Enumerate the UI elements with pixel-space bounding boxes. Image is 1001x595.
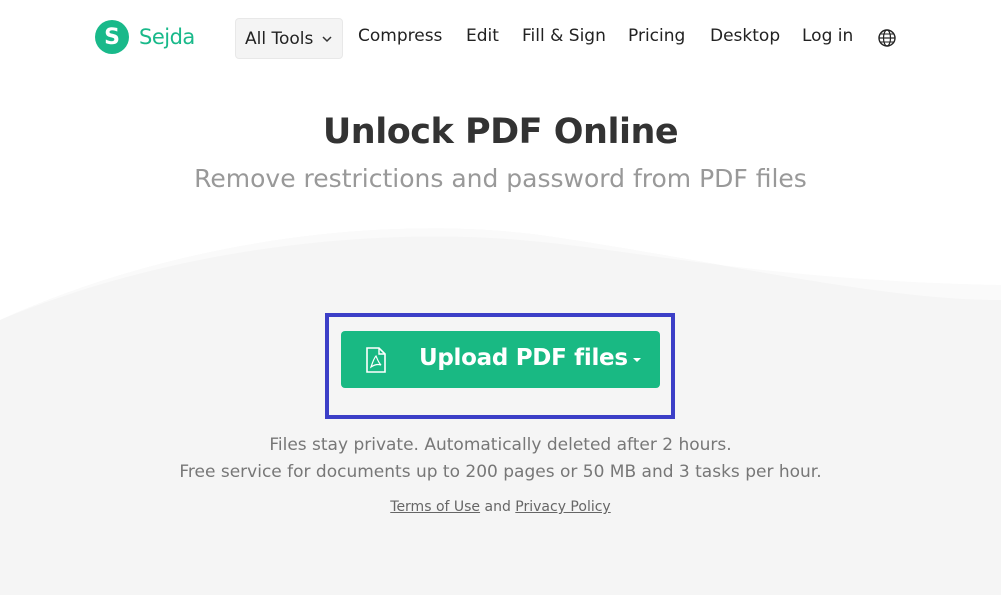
upload-button-label: Upload PDF files — [419, 345, 628, 371]
nav-login[interactable]: Log in — [802, 26, 853, 46]
legal-links: Terms of Use and Privacy Policy — [0, 499, 1001, 515]
pdf-file-icon — [366, 347, 386, 373]
chevron-down-icon — [322, 35, 332, 42]
terms-of-use-link[interactable]: Terms of Use — [390, 499, 480, 515]
legal-and: and — [484, 499, 511, 515]
nav-edit[interactable]: Edit — [466, 26, 499, 46]
globe-icon[interactable] — [877, 28, 897, 48]
logo-text: Sejda — [139, 25, 195, 49]
caret-down-icon[interactable] — [631, 355, 643, 365]
privacy-policy-link[interactable]: Privacy Policy — [515, 499, 610, 515]
nav-desktop[interactable]: Desktop — [710, 26, 780, 46]
logo-mark: S — [95, 20, 129, 54]
sejda-logo[interactable]: S Sejda — [95, 20, 195, 54]
top-navbar: S Sejda All Tools Compress Edit Fill & S… — [0, 0, 1001, 76]
nav-all-tools-dropdown[interactable]: All Tools — [235, 18, 343, 59]
upload-pdf-button[interactable]: Upload PDF files — [341, 331, 660, 388]
page-title: Unlock PDF Online — [322, 112, 679, 152]
nav-fill-sign[interactable]: Fill & Sign — [522, 26, 606, 46]
privacy-info: Files stay private. Automatically delete… — [269, 435, 732, 455]
limits-info: Free service for documents up to 200 pag… — [179, 462, 822, 482]
nav-pricing[interactable]: Pricing — [628, 26, 685, 46]
nav-compress[interactable]: Compress — [358, 26, 442, 46]
nav-all-tools-label: All Tools — [245, 28, 314, 49]
page-subtitle: Remove restrictions and password from PD… — [194, 164, 807, 193]
